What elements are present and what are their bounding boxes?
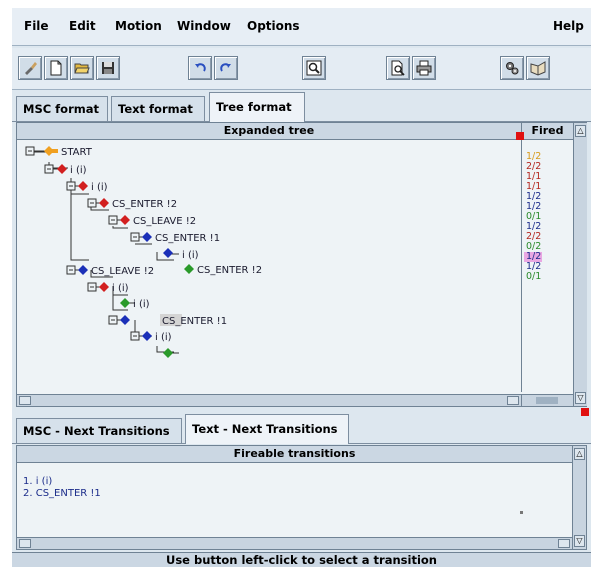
fired-column: 1/2 2/2 1/1 1/1 1/2 1/2 0/1 1/2 2/2 0/2 … <box>521 140 573 392</box>
zoom-button[interactable] <box>302 56 326 80</box>
menu-motion[interactable]: Motion <box>115 19 162 33</box>
transitions-vertical-scrollbar[interactable]: △ ▽ <box>572 446 586 549</box>
floppy-save-icon <box>102 62 114 74</box>
tree-node[interactable]: CS_ENTER !2 <box>112 199 177 210</box>
tab-msc-format-label: MSC format <box>23 102 99 116</box>
tab-tree-format[interactable]: Tree format <box>209 92 305 122</box>
fired-horizontal-scrollbar[interactable] <box>521 394 573 406</box>
new-file-icon <box>50 60 62 76</box>
tree-node[interactable]: i (i) <box>182 250 199 261</box>
magnifier-icon <box>306 60 322 76</box>
menu-file[interactable]: File <box>24 19 49 33</box>
undo-icon <box>195 63 206 72</box>
tree-node[interactable]: CS_ENTER !1 <box>155 233 220 244</box>
tree-horizontal-scrollbar[interactable] <box>17 394 521 406</box>
save-button[interactable] <box>96 56 120 80</box>
menu-help[interactable]: Help <box>553 19 584 33</box>
tab-text-format[interactable]: Text format <box>111 96 205 122</box>
scroll-left-arrow-icon[interactable] <box>19 396 31 405</box>
tree-node[interactable]: i (i) <box>70 165 87 176</box>
open-folder-button[interactable] <box>70 56 94 80</box>
tree-node[interactable]: i (i) <box>155 332 172 343</box>
status-bar: Use button left-click to select a transi… <box>12 552 591 567</box>
print-preview-button[interactable] <box>386 56 410 80</box>
tree-node[interactable]: i (i) <box>91 182 108 193</box>
open-book-icon <box>530 61 546 76</box>
tree-node[interactable]: i (i) <box>133 299 150 310</box>
tab-text-next-label: Text - Next Transitions <box>192 422 338 436</box>
tree-node-selected[interactable]: CS_ENTER !1 <box>162 316 227 327</box>
menu-bar: File Edit Motion Window Options Help <box>12 8 591 46</box>
tree-node[interactable]: CS_LEAVE !2 <box>91 266 154 277</box>
scroll-left-arrow-icon[interactable] <box>19 539 31 548</box>
app-window: File Edit Motion Window Options Help MSC… <box>12 8 591 567</box>
tree-node-start[interactable]: START <box>61 147 93 158</box>
tab-msc-next-label: MSC - Next Transitions <box>23 424 170 438</box>
tree-node[interactable]: CS_ENTER !2 <box>197 265 262 276</box>
scroll-marker <box>520 511 523 514</box>
tree-panel: Expanded tree Fired START i (i) i (i) CS… <box>16 122 587 407</box>
tree-node[interactable]: CS_LEAVE !2 <box>133 216 196 227</box>
scroll-up-arrow-icon[interactable]: △ <box>575 125 586 137</box>
tab-msc-next-transitions[interactable]: MSC - Next Transitions <box>16 418 182 444</box>
scroll-down-arrow-icon[interactable]: ▽ <box>575 392 586 404</box>
tab-text-format-label: Text format <box>118 102 193 116</box>
fired-header: Fired <box>521 123 573 140</box>
tree-node[interactable]: i (i) <box>112 283 129 294</box>
transition-item[interactable]: 1. i (i) <box>23 476 52 487</box>
scroll-up-arrow-icon[interactable]: △ <box>574 448 585 460</box>
tab-text-next-transitions[interactable]: Text - Next Transitions <box>185 414 349 444</box>
scroll-right-arrow-icon[interactable] <box>507 396 519 405</box>
open-document-button[interactable] <box>526 56 550 80</box>
tree-vertical-scrollbar[interactable]: △ ▽ <box>573 123 587 406</box>
scroll-thumb[interactable] <box>536 397 558 404</box>
toolbar <box>12 48 591 90</box>
fireable-transitions-header: Fireable transitions <box>17 446 572 463</box>
new-file-button[interactable] <box>44 56 68 80</box>
expanded-tree-header: Expanded tree <box>17 123 521 140</box>
scroll-down-arrow-icon[interactable]: ▽ <box>574 535 585 547</box>
undo-button[interactable] <box>188 56 212 80</box>
fired-value: 0/1 <box>526 271 542 282</box>
tab-msc-format[interactable]: MSC format <box>16 96 108 122</box>
redo-button[interactable] <box>214 56 238 80</box>
transition-item[interactable]: 2. CS_ENTER !1 <box>23 488 101 499</box>
print-preview-icon <box>391 60 405 76</box>
gears-icon <box>506 62 519 75</box>
redo-icon <box>220 63 231 72</box>
fireable-transitions-panel: Fireable transitions 1. i (i) 2. CS_ENTE… <box>16 445 587 550</box>
printer-icon <box>416 60 432 76</box>
print-button[interactable] <box>412 56 436 80</box>
transition-tabs: MSC - Next Transitions Text - Next Trans… <box>12 414 591 444</box>
settings-button[interactable] <box>500 56 524 80</box>
open-folder-icon <box>74 63 90 74</box>
menu-options[interactable]: Options <box>247 19 300 33</box>
menu-edit[interactable]: Edit <box>69 19 96 33</box>
splitter-handle[interactable] <box>516 132 524 140</box>
expanded-tree[interactable]: START i (i) i (i) CS_ENTER !2 CS_LEAVE !… <box>17 140 521 392</box>
tab-tree-format-label: Tree format <box>216 100 292 114</box>
brush-button[interactable] <box>18 56 42 80</box>
menu-window[interactable]: Window <box>177 19 231 33</box>
format-tabs: MSC format Text format Tree format <box>12 92 591 122</box>
brush-icon <box>25 62 37 75</box>
transitions-horizontal-scrollbar[interactable] <box>17 537 572 549</box>
scroll-right-arrow-icon[interactable] <box>558 539 570 548</box>
